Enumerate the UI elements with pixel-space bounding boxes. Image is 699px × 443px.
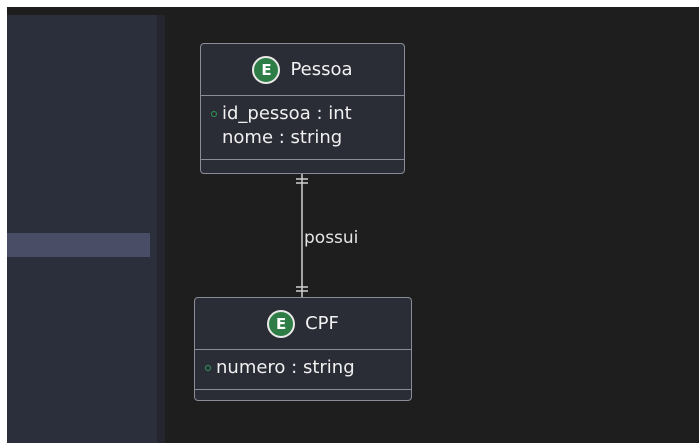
sidebar [7, 15, 157, 443]
entity-header: E CPF [195, 298, 411, 350]
entity-pessoa[interactable]: E Pessoa id_pessoa : int nome : string [200, 43, 405, 174]
entity-name: Pessoa [290, 59, 353, 80]
entity-name: CPF [305, 313, 339, 334]
attribute-row: id_pessoa : int [211, 102, 404, 126]
relationship-label: possui [304, 228, 359, 248]
diagram-canvas: possui E Pessoa id_pessoa : int nome : s… [165, 7, 699, 443]
entity-header: E Pessoa [201, 44, 404, 96]
primary-key-icon [205, 365, 211, 371]
primary-key-icon [211, 111, 217, 117]
sidebar-divider[interactable] [157, 15, 165, 443]
attribute-text: id_pessoa : int [222, 103, 352, 124]
entity-cpf[interactable]: E CPF numero : string [194, 297, 412, 401]
attribute-row: nome : string [211, 126, 404, 150]
entity-attributes: numero : string [195, 350, 411, 390]
entity-badge-icon: E [252, 55, 281, 84]
sidebar-selected-item[interactable] [7, 233, 150, 257]
entity-badge-icon: E [267, 309, 296, 338]
attribute-row: numero : string [205, 356, 411, 380]
entity-attributes: id_pessoa : int nome : string [201, 96, 404, 160]
attribute-text: nome : string [222, 127, 343, 148]
app-window: possui E Pessoa id_pessoa : int nome : s… [7, 7, 699, 443]
attribute-text: numero : string [216, 357, 355, 378]
